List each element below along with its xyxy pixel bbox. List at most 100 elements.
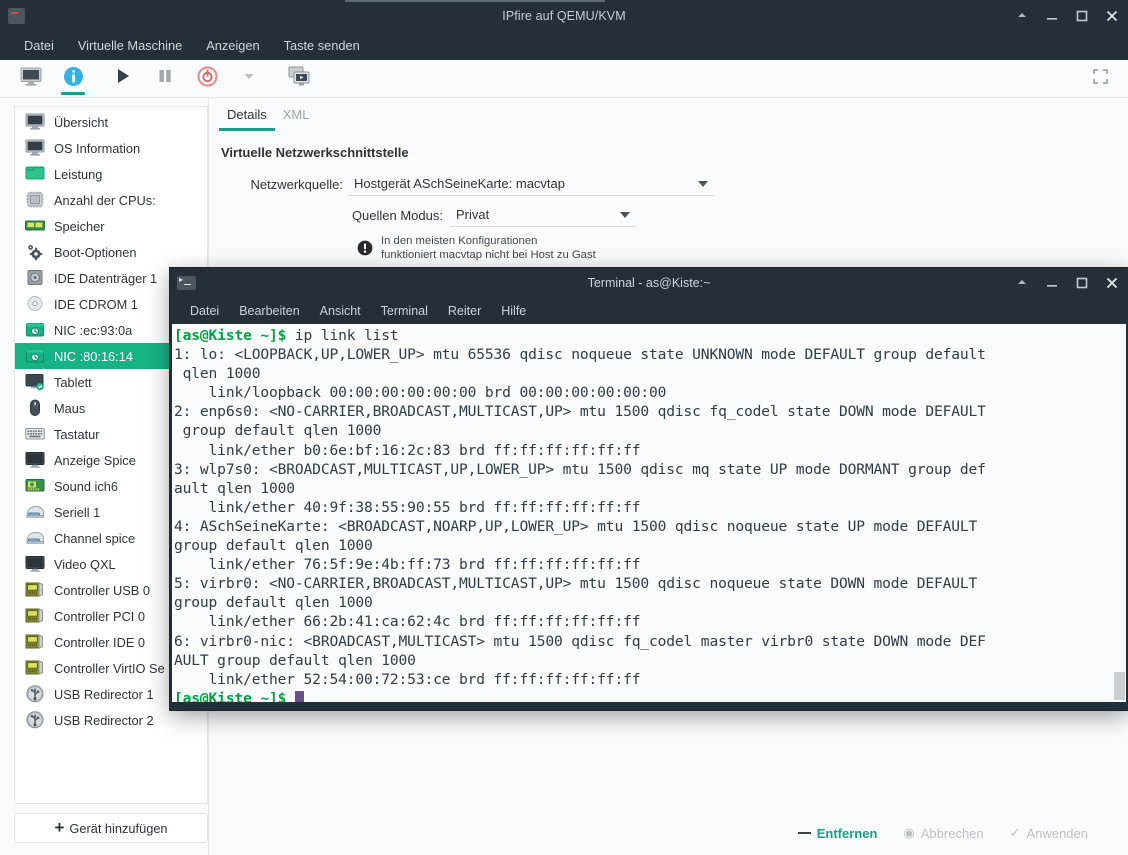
warning-line-2: funktioniert macvtap nicht bei Host zu G… bbox=[381, 249, 596, 261]
sidebar-item-label: Tablett bbox=[54, 375, 92, 390]
add-device-button[interactable]: + Gerät hinzufügen bbox=[14, 813, 208, 843]
sidebar-item-leistung[interactable]: Leistung bbox=[15, 161, 207, 187]
terminal-menu-hilfe[interactable]: Hilfe bbox=[491, 301, 536, 321]
terminal-menu-ansicht[interactable]: Ansicht bbox=[310, 301, 371, 321]
menu-virtuelle-maschine[interactable]: Virtuelle Maschine bbox=[66, 35, 194, 56]
sidebar-item-label: Seriell 1 bbox=[54, 505, 100, 520]
sidebar-item-label: Video QXL bbox=[54, 557, 116, 572]
nic-icon bbox=[25, 321, 45, 339]
network-source-label: Netzwerkquelle: bbox=[221, 177, 343, 192]
menu-anzeigen[interactable]: Anzeigen bbox=[194, 35, 271, 56]
terminal-menu-datei[interactable]: Datei bbox=[180, 301, 229, 321]
sidebar-item-label: Controller VirtIO Se bbox=[54, 661, 165, 676]
tab-xml[interactable]: XML bbox=[275, 104, 318, 131]
collapse-icon[interactable] bbox=[1014, 8, 1030, 24]
info-icon bbox=[63, 66, 84, 92]
controller-icon bbox=[25, 633, 45, 651]
sidebar-item-os-information[interactable]: OS Information bbox=[15, 135, 207, 161]
monitor-icon bbox=[20, 67, 42, 91]
source-mode-value: Privat bbox=[456, 207, 489, 222]
close-icon[interactable] bbox=[1104, 8, 1120, 24]
titlebar-accent bbox=[345, 0, 605, 2]
window-controls bbox=[1014, 8, 1120, 24]
minimize-icon[interactable] bbox=[1044, 8, 1060, 24]
action-bar: Entfernen ◉ Abbrechen ✓ Anwenden bbox=[209, 811, 1128, 855]
source-mode-combo[interactable]: Privat bbox=[450, 204, 636, 227]
controller-icon bbox=[25, 659, 45, 677]
tablet-icon bbox=[25, 373, 45, 391]
plus-icon: + bbox=[54, 819, 64, 836]
sidebar-item-label: IDE CDROM 1 bbox=[54, 297, 138, 312]
sidebar-item-label: OS Information bbox=[54, 141, 140, 156]
apply-button[interactable]: ✓ Anwenden bbox=[1010, 825, 1088, 841]
cancel-button[interactable]: ◉ Abbrechen bbox=[903, 825, 983, 841]
sidebar-item-anzahl-der-cpus[interactable]: Anzahl der CPUs: bbox=[15, 187, 207, 213]
sidebar-item-bersicht[interactable]: Übersicht bbox=[15, 109, 207, 135]
play-icon bbox=[114, 67, 132, 90]
shutdown-menu-button[interactable] bbox=[228, 61, 270, 97]
controller-icon bbox=[25, 581, 45, 599]
run-button[interactable] bbox=[102, 61, 144, 97]
shutdown-button[interactable] bbox=[186, 61, 228, 97]
terminal-prompt: [as@Kiste ~]$ bbox=[174, 327, 286, 344]
sidebar-item-label: Leistung bbox=[54, 167, 102, 182]
terminal-scrollbar[interactable] bbox=[1113, 324, 1126, 702]
terminal-menu-terminal[interactable]: Terminal bbox=[371, 301, 438, 321]
chevron-down-icon bbox=[620, 212, 630, 218]
pause-button[interactable] bbox=[144, 61, 186, 97]
window-titlebar: IPfire auf QEMU/KVM bbox=[0, 0, 1128, 31]
sidebar-item-label: Controller IDE 0 bbox=[54, 635, 145, 650]
terminal-window-controls bbox=[1014, 275, 1120, 291]
terminal-output-area[interactable]: [as@Kiste ~]$ ip link list 1: lo: <LOOPB… bbox=[172, 324, 1126, 702]
sidebar-item-label: Controller PCI 0 bbox=[54, 609, 145, 624]
menu-taste-senden[interactable]: Taste senden bbox=[272, 35, 372, 56]
sidebar-item-label: USB Redirector 1 bbox=[54, 687, 154, 702]
maximize-icon[interactable] bbox=[1074, 275, 1090, 291]
sidebar-item-usb-redirector-2[interactable]: USB Redirector 2 bbox=[15, 707, 207, 733]
terminal-menu-reiter[interactable]: Reiter bbox=[438, 301, 491, 321]
minimize-icon[interactable] bbox=[1044, 275, 1060, 291]
terminal-scrollbar-thumb[interactable] bbox=[1114, 672, 1125, 700]
console-view-button[interactable] bbox=[10, 61, 52, 97]
sidebar-item-label: Anzeige Spice bbox=[54, 453, 136, 468]
sidebar-item-boot-optionen[interactable]: Boot-Optionen bbox=[15, 239, 207, 265]
monitor-icon bbox=[25, 139, 45, 157]
mouse-icon bbox=[25, 399, 45, 417]
serial-icon bbox=[25, 503, 45, 521]
sound-icon bbox=[25, 477, 45, 495]
fullscreen-button[interactable] bbox=[1082, 64, 1118, 94]
apply-label: Anwenden bbox=[1027, 826, 1088, 841]
terminal-titlebar: Terminal - as@Kiste:~ bbox=[170, 268, 1128, 297]
controller-icon bbox=[25, 607, 45, 625]
network-source-combo[interactable]: Hostgerät ASchSeineKarte: macvtap bbox=[348, 173, 714, 196]
usb-icon bbox=[25, 711, 45, 729]
sidebar-item-label: Channel spice bbox=[54, 531, 135, 546]
close-icon[interactable] bbox=[1104, 275, 1120, 291]
monitor-icon bbox=[25, 113, 45, 131]
display-icon bbox=[25, 451, 45, 469]
warning-line-1: In den meisten Konfigurationen bbox=[381, 235, 537, 247]
terminal-menubar: Datei Bearbeiten Ansicht Terminal Reiter… bbox=[170, 297, 1128, 324]
add-device-label: Gerät hinzufügen bbox=[69, 821, 167, 836]
fullscreen-icon bbox=[1092, 68, 1109, 90]
details-view-button[interactable] bbox=[52, 61, 94, 97]
terminal-output: 1: lo: <LOOPBACK,UP,LOWER_UP> mtu 65536 … bbox=[174, 346, 986, 688]
macvtap-warning: In den meisten Konfigurationen funktioni… bbox=[357, 234, 1128, 262]
remove-button[interactable]: Entfernen bbox=[798, 826, 878, 841]
sidebar-item-speicher[interactable]: Speicher bbox=[15, 213, 207, 239]
section-title: Virtuelle Netzwerkschnittstelle bbox=[221, 145, 1128, 160]
sidebar-item-label: NIC :ec:93:0a bbox=[54, 323, 132, 338]
minus-icon bbox=[798, 832, 811, 834]
check-icon: ✓ bbox=[1010, 825, 1021, 841]
tab-details[interactable]: Details bbox=[219, 104, 275, 131]
snapshots-button[interactable] bbox=[278, 61, 320, 97]
power-icon bbox=[197, 66, 218, 92]
maximize-icon[interactable] bbox=[1074, 8, 1090, 24]
sidebar-item-label: IDE Datenträger 1 bbox=[54, 271, 157, 286]
collapse-icon[interactable] bbox=[1014, 275, 1030, 291]
sidebar-item-label: Controller USB 0 bbox=[54, 583, 150, 598]
cpu-icon bbox=[25, 191, 45, 209]
menu-datei[interactable]: Datei bbox=[12, 35, 66, 56]
terminal-menu-bearbeiten[interactable]: Bearbeiten bbox=[229, 301, 309, 321]
network-source-value: Hostgerät ASchSeineKarte: macvtap bbox=[354, 176, 565, 191]
